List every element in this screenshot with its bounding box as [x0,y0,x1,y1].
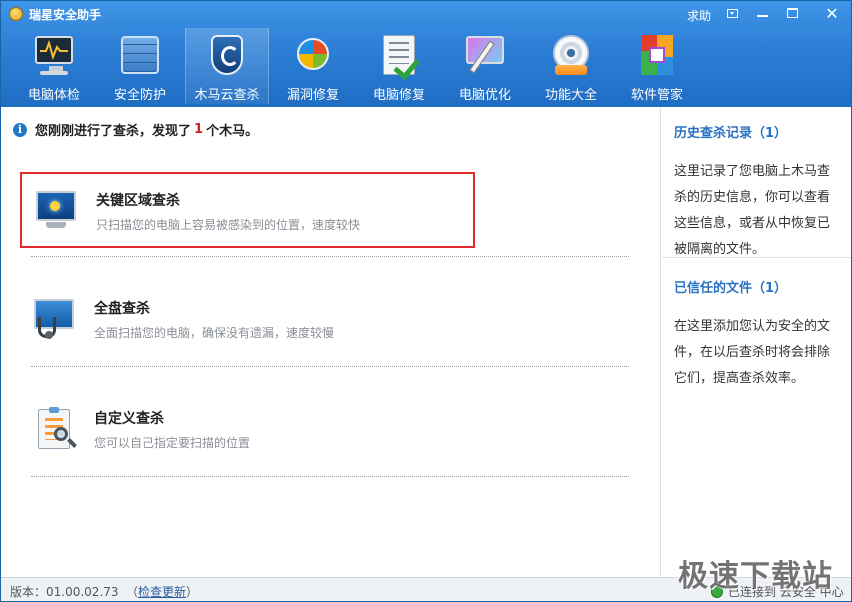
notice-suffix: 个木马。 [206,124,259,139]
trusted-files-link[interactable]: 已信任的文件（1） [674,277,839,296]
trusted-files-section: 已信任的文件（1） 在这里添加您认为安全的文件，在以后查杀时将会排除它们，提高查… [674,277,839,392]
tool-label: 安全防护 [113,88,166,103]
option-divider [31,256,629,257]
app-window: 瑞星安全助手 求助 ✕ 电脑体检 安全防护 木马云查杀 漏洞修复 电脑修复 电脑… [0,0,852,602]
tool-label: 软件管家 [630,88,683,103]
minimize-icon [756,15,768,17]
option-divider [31,476,629,477]
windows-logo-icon [291,33,335,77]
tool-pc-optimize[interactable]: 电脑优化 [443,28,527,104]
side-divider [663,257,851,258]
title-bar[interactable]: 瑞星安全助手 求助 ✕ [1,1,851,27]
stethoscope-monitor-icon [32,299,78,339]
full-disk-scan-option[interactable]: 全盘查杀 全面扫描您的电脑，确保没有遗漏，速度较慢 [20,282,475,358]
option-title: 自定义查杀 [94,411,164,427]
tool-software-manager[interactable]: 软件管家 [615,28,699,104]
trojan-count: 1 [194,122,204,137]
help-link[interactable]: 求助 [687,7,711,24]
custom-scan-option[interactable]: 自定义查杀 您可以自己指定要扫描的位置 [20,392,475,468]
notice-prefix: 您刚刚进行了查杀，发现了 [35,124,192,139]
tool-label: 功能大全 [544,88,597,103]
tool-label: 电脑修复 [372,88,425,103]
tool-label: 电脑体检 [27,88,80,103]
history-section: 历史查杀记录（1） 这里记录了您电脑上木马查杀的历史信息，你可以查看这些信息，或… [674,122,839,263]
magic-wand-icon [463,33,507,77]
option-description: 您可以自己指定要扫描的位置 [94,436,251,450]
tool-label: 木马云查杀 [194,88,260,103]
checklist-icon [377,33,421,81]
header: 瑞星安全助手 求助 ✕ 电脑体检 安全防护 木马云查杀 漏洞修复 电脑修复 电脑… [1,1,851,107]
tool-all-features[interactable]: 功能大全 [529,28,613,104]
option-divider [31,366,629,367]
maximize-icon [786,8,798,18]
shield-icon [205,33,249,77]
close-button[interactable]: ✕ [813,1,851,25]
option-description: 全面扫描您的电脑，确保没有遗漏，速度较慢 [94,326,335,340]
history-records-link[interactable]: 历史查杀记录（1） [674,122,839,141]
tool-vulnerability-repair[interactable]: 漏洞修复 [271,28,355,104]
history-description: 这里记录了您电脑上木马查杀的历史信息，你可以查看这些信息，或者从中恢复已被隔离的… [674,164,831,257]
option-description: 只扫描您的电脑上容易被感染到的位置，速度较快 [96,218,361,232]
update-check: （检查更新） [126,583,198,600]
menu-button[interactable] [717,1,747,25]
paren-open: （ [126,585,139,599]
tool-security-protection[interactable]: 安全防护 [98,28,182,104]
option-title: 关键区域查杀 [96,193,180,209]
scan-monitor-icon [34,191,80,231]
minimize-button[interactable] [747,1,777,25]
side-panel-divider [660,108,661,577]
clipboard-magnifier-icon [32,407,78,449]
info-icon: i [13,122,27,137]
app-blocks-icon [635,33,679,77]
app-logo-icon [9,7,23,21]
key-area-scan-option[interactable]: 关键区域查杀 只扫描您的电脑上容易被感染到的位置，速度较快 [20,172,475,248]
trusted-files-description: 在这里添加您认为安全的文件，在以后查杀时将会排除它们，提高查杀效率。 [674,319,831,386]
maximize-button[interactable] [777,1,807,25]
tool-health-check[interactable]: 电脑体检 [12,28,96,104]
tool-pc-repair[interactable]: 电脑修复 [357,28,441,104]
app-title: 瑞星安全助手 [29,8,102,22]
close-icon: ✕ [825,3,839,23]
scan-result-notice: i 您刚刚进行了查杀，发现了 1 个木马。 [13,120,258,139]
tool-label: 电脑优化 [458,88,511,103]
firewall-icon [118,33,162,77]
health-check-monitor-icon [32,33,76,77]
option-title: 全盘查杀 [94,301,150,317]
main-toolbar: 电脑体检 安全防护 木马云查杀 漏洞修复 电脑修复 电脑优化 功能大全 软件管家 [1,28,851,107]
check-update-link[interactable]: 检查更新 [138,585,186,599]
disc-toolbox-icon [549,33,593,77]
tool-label: 漏洞修复 [286,88,339,103]
dropdown-menu-icon [726,8,738,18]
paren-close: ） [186,585,199,599]
tool-trojan-cloud-scan[interactable]: 木马云查杀 [185,28,269,104]
watermark: 极速下载站 [678,559,833,594]
version-label: 版本：01.00.02.73 [10,585,119,599]
